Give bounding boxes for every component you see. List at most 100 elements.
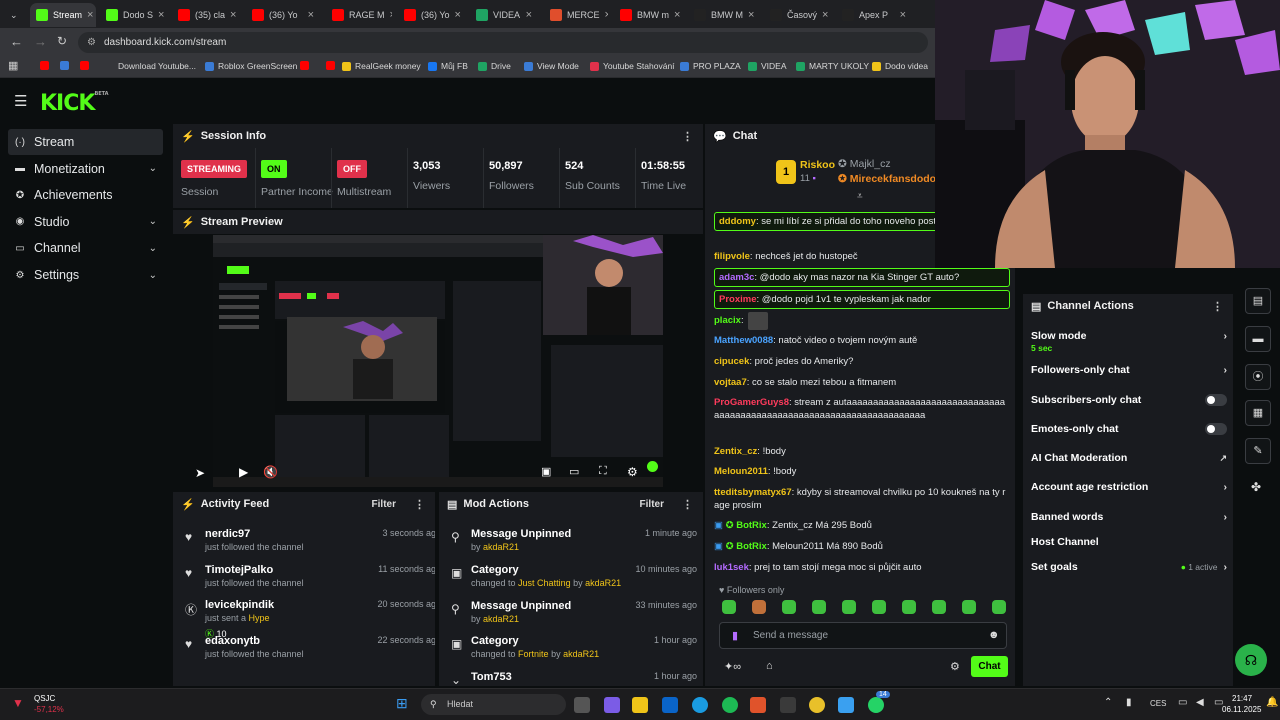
bookmark-item[interactable]: Můj FB	[428, 61, 468, 71]
chat-username[interactable]: filipvole	[714, 251, 750, 262]
channel-action-control[interactable]: ● 1 active ›	[1181, 561, 1227, 573]
chat-message[interactable]: ▣ ✪ BotRix: Meloun2011 Má 890 Bodů	[714, 540, 1010, 553]
emote-icon[interactable]	[932, 600, 946, 614]
chat-bubble-icon[interactable]: ▬	[1245, 326, 1271, 352]
app-icon[interactable]	[750, 697, 766, 713]
chat-message[interactable]: adam3c: @dodo aky mas nazor na Kia Sting…	[714, 268, 1010, 287]
edge-icon[interactable]	[692, 697, 708, 713]
channel-action-host-channel[interactable]: Host Channel	[1031, 536, 1227, 548]
moderator-link[interactable]: akdaR21	[563, 649, 599, 659]
browser-tab[interactable]: BMW M ×	[688, 3, 760, 27]
channel-action-control[interactable]: ›	[1224, 511, 1228, 523]
browser-tab[interactable]: (35) cla ×	[172, 3, 240, 27]
browser-tab[interactable]: MERCE ×	[544, 3, 608, 27]
more-icon[interactable]: ⋮	[682, 130, 693, 143]
apps-icon[interactable]: ▦	[8, 59, 18, 72]
activity-username[interactable]: TimotejPalko	[205, 564, 273, 576]
channel-action-control[interactable]: ↗	[1219, 452, 1227, 464]
chat-username[interactable]: Proxime	[719, 294, 757, 305]
activity-desc-link[interactable]: Hype	[249, 613, 270, 623]
browser-tab[interactable]: BMW m ×	[614, 3, 682, 27]
emote-icon[interactable]	[782, 600, 796, 614]
pip-icon[interactable]: ▣	[541, 465, 551, 478]
task-view-icon[interactable]	[574, 697, 590, 713]
close-tab-icon[interactable]: ×	[455, 9, 461, 21]
browser-tab[interactable]: Časový ×	[764, 3, 830, 27]
channel-action-slow-mode[interactable]: Slow mode 5 sec ›	[1031, 330, 1227, 353]
chat-username[interactable]: BotRix	[736, 520, 767, 531]
activity-username[interactable]: levicekpindik	[205, 599, 274, 611]
status-badge[interactable]: STREAMING	[181, 160, 247, 178]
clock-date[interactable]: 06.11.2025	[1222, 705, 1261, 714]
chat-message[interactable]: Proxime: @dodo pojd 1v1 te vypleskam jak…	[714, 290, 1010, 309]
emote-icon[interactable]	[992, 600, 1006, 614]
windows-start-icon[interactable]: ⊞	[396, 695, 408, 712]
more-icon[interactable]: ⋮	[1212, 300, 1223, 313]
emote-icon[interactable]	[872, 600, 886, 614]
menu-icon[interactable]: ☰	[14, 92, 27, 110]
leader-name[interactable]: Riskoo	[800, 159, 835, 171]
moderator-link[interactable]: akdaR21	[483, 542, 519, 552]
bookmark-item[interactable]: Download Youtube...	[118, 61, 196, 71]
emote-icon[interactable]	[722, 600, 736, 614]
activity-username[interactable]: edaxonytb	[205, 635, 260, 647]
emote-icon[interactable]	[842, 600, 856, 614]
channel-action-followers-only-chat[interactable]: Followers-only chat ›	[1031, 364, 1227, 376]
browser-tab[interactable]: VIDEA ×	[470, 3, 538, 27]
url-field[interactable]: ⚙ dashboard.kick.com/stream	[78, 32, 928, 53]
sidebar-item-monetization[interactable]: ▬ Monetization ⌄	[8, 156, 163, 182]
kick-logo[interactable]: KICKBETA	[40, 91, 109, 116]
channel-action-banned-words[interactable]: Banned words ›	[1031, 511, 1227, 523]
browser-tab[interactable]: (36) Yo ×	[246, 3, 320, 27]
chat-username[interactable]: Zentix_cz	[714, 446, 757, 457]
category-link[interactable]: Just Chatting	[518, 578, 571, 588]
bookmark-item[interactable]: View Mode	[524, 61, 579, 71]
toggle-switch[interactable]	[1205, 394, 1227, 406]
activity-username[interactable]: nerdic97	[205, 528, 250, 540]
bookmark-item[interactable]: VIDEA	[748, 61, 787, 71]
channel-action-control[interactable]	[1205, 423, 1227, 438]
spotify-icon[interactable]	[722, 697, 738, 713]
points-icon[interactable]: ✦∞	[724, 660, 741, 673]
broadcast-icon[interactable]: ⦿	[1245, 364, 1271, 390]
bookmark-item[interactable]: Roblox GreenScreen	[205, 61, 297, 71]
widget-title[interactable]: QSJC	[34, 694, 55, 703]
status-badge[interactable]: ON	[261, 160, 287, 178]
chat-username[interactable]: Meloun2011	[714, 466, 768, 477]
sidebar-item-studio[interactable]: ◉ Studio ⌄	[8, 209, 163, 235]
terminal-icon[interactable]	[780, 697, 796, 713]
send-chat-button[interactable]: Chat	[971, 656, 1008, 677]
bookmark-item[interactable]: MARTY UKOLY	[796, 61, 869, 71]
volume-icon[interactable]: ◀	[1196, 697, 1204, 708]
chevron-down-icon[interactable]: ⌄	[149, 216, 157, 227]
browser-tab[interactable]: Dodo S ×	[100, 3, 166, 27]
chat-username[interactable]: cipucek	[714, 356, 749, 367]
whatsapp-icon[interactable]	[868, 697, 884, 713]
taskbar-search[interactable]: ⚲ Hledat	[421, 694, 566, 715]
clock-time[interactable]: 21:47	[1232, 694, 1252, 703]
more-icon[interactable]: ⋮	[682, 498, 693, 511]
emote-icon[interactable]	[812, 600, 826, 614]
chat-message[interactable]: Meloun2011: !body	[714, 465, 1010, 478]
back-icon[interactable]: ←	[10, 34, 23, 49]
video-player[interactable]: ▶ 🔇 ▣ ▭ ⛶ ⚙	[213, 235, 663, 487]
notes-icon[interactable]: ▤	[1245, 288, 1271, 314]
sidebar-item-stream[interactable]: (·) Stream	[8, 129, 163, 155]
channel-action-set-goals[interactable]: Set goals ● 1 active ›	[1031, 561, 1227, 573]
chat-message[interactable]: Zentix_cz: !body	[714, 445, 1010, 458]
status-badge[interactable]: OFF	[337, 160, 367, 178]
chat-message[interactable]: ▣ ✪ BotRix: Zentix_cz Má 295 Bodů	[714, 519, 1010, 532]
bookmark-item[interactable]: Youtube Stahování	[590, 61, 675, 71]
bookmark-item[interactable]: PRO PLAZA	[680, 61, 741, 71]
browser-tab[interactable]: Apex P ×	[836, 3, 912, 27]
bookmark-item[interactable]: Drive	[478, 61, 511, 71]
mic-icon[interactable]: ▮	[732, 629, 738, 642]
mic-tray-icon[interactable]: ▮	[1126, 697, 1132, 708]
tab-list-button[interactable]: ⌄	[4, 3, 24, 27]
close-tab-icon[interactable]: ×	[390, 9, 392, 21]
close-tab-icon[interactable]: ×	[605, 9, 608, 21]
close-tab-icon[interactable]: ×	[308, 9, 314, 21]
chat-message[interactable]: ProGamerGuys8: stream z autaaaaaaaaaaaaa…	[714, 396, 1010, 422]
emote-icon[interactable]	[902, 600, 916, 614]
fullscreen-icon[interactable]: ⛶	[599, 465, 607, 478]
